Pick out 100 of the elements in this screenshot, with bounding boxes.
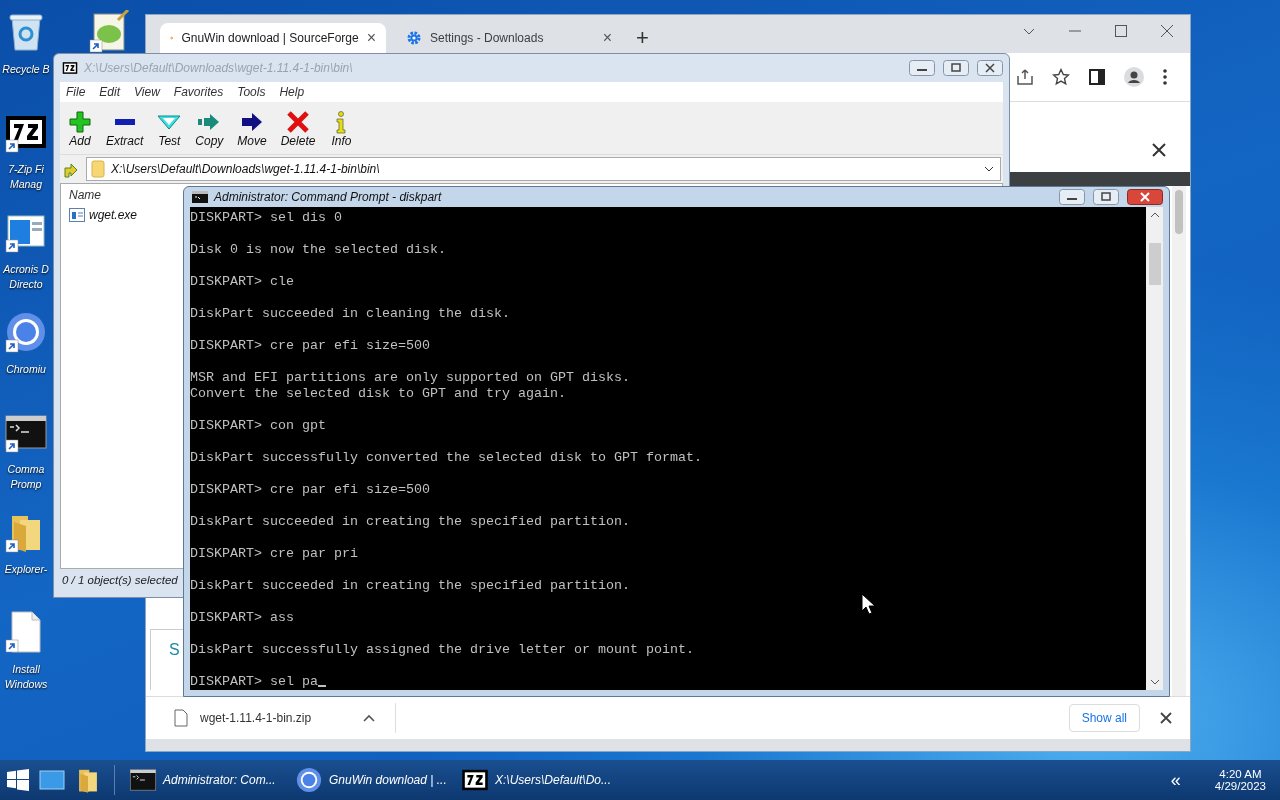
chromium-icon[interactable] [4,310,48,354]
menu-item[interactable]: Favorites [173,85,224,99]
icon-label: Explorer- [4,562,48,577]
menu-icon[interactable] [1162,68,1168,86]
menu-item[interactable]: Edit [99,85,121,99]
caret-icon[interactable] [363,714,376,722]
console-line: DISKPART> con gpt [190,418,327,434]
minus-icon [114,119,135,125]
toolbar-button[interactable]: Move [237,110,267,148]
icon-label: Install [12,662,40,677]
show-hidden-icons-button[interactable]: « [1170,769,1181,791]
menu-item[interactable]: View [134,85,160,99]
download-file-name[interactable]: wget-1.11.4-1-bin.zip [200,711,312,725]
icon-label: 7-Zip Fi [8,162,44,177]
restore-button[interactable] [943,60,969,76]
icon-label: Manag [9,177,43,192]
folder-icon [91,160,105,178]
minimize-button[interactable] [909,60,935,76]
console-line: DiskPart succeeded in cleaning the disk. [190,306,511,322]
console-line: DISKPART> cre par efi size=500 [190,482,431,498]
exe-file-icon [69,208,85,222]
command-prompt-icon [192,191,208,203]
menu-item[interactable]: Tools [237,85,266,99]
share-icon[interactable] [1016,68,1034,86]
scrollbar[interactable] [1146,207,1163,690]
window-title: Administrator: Command Prompt - diskpart [214,190,442,204]
close-tab-button[interactable]: × [602,29,612,47]
console-line: DISKPART> cle [190,274,295,290]
show-all-button[interactable]: Show all [1068,704,1140,732]
toolbar-button[interactable]: Delete [280,110,316,148]
seven-zip-icon[interactable] [62,60,78,76]
plus-icon [68,110,92,134]
close-icon[interactable] [1160,24,1174,38]
toolbar-button[interactable]: Test [157,110,182,148]
file-icon [174,709,188,727]
scroll-down-icon[interactable] [1149,678,1160,686]
command-prompt-icon [129,766,157,794]
browser-tab[interactable]: GnuWin download | SourceForge × [160,23,386,53]
clock[interactable]: 4:20 AM 4/29/2023 [1214,768,1280,792]
toolbar-button[interactable]: Copy [195,110,224,148]
console-line: DISKPART> cre par efi size=500 [190,338,431,354]
window-title: X:\Users\Default\Downloads\wget-1.11.4-1-bin\bin\ [84,61,353,75]
toolbar-button[interactable]: Info [329,110,354,148]
toolbar-button[interactable]: Extract [106,110,144,148]
icon-label: Chromiu [6,362,46,377]
console-line: MSR and EFI partitions are only supported on GPT disks. [190,370,631,386]
browser-tab[interactable]: Settings - Downloads × [396,23,622,53]
console-line: DiskPart succeeded in creating the specified partition. [190,578,631,594]
new-tab-button[interactable]: + [636,23,649,53]
start-icon[interactable] [6,768,30,792]
console-line: DiskPart successfully assigned the drive letter or mount point. [190,642,695,658]
icon-label: Acronis D [3,262,49,277]
page-text: S [169,641,180,659]
taskbar-button[interactable]: X:\Users\Default\Do... [459,762,617,798]
column-header[interactable]: Name [69,188,101,208]
side-panel-icon[interactable] [1088,68,1106,86]
scroll-thumb[interactable] [1175,190,1183,234]
tab-title: GnuWin download | SourceForge [181,31,359,45]
console-line: DiskPart succeeded in creating the specified partition. [190,514,631,530]
maximize-icon[interactable] [1114,24,1128,38]
icon-label: Comma [7,462,45,477]
caret-icon [984,166,994,172]
console-line: Disk 0 is now the selected disk. [190,242,447,258]
tab-title: Settings - Downloads [430,31,545,45]
menu-item[interactable]: File [66,85,86,99]
console-line: DISKPART> sel pa [190,674,1146,690]
close-tab-button[interactable]: × [366,29,376,47]
taskbar-button[interactable]: GnuWin download | ... [293,762,451,798]
gear-icon [406,30,422,46]
close-icon[interactable] [1152,142,1166,157]
minimize-button[interactable] [1059,189,1085,205]
icon-label: Promp [10,477,42,492]
menu-item[interactable]: Help [279,85,305,99]
icon-label: Directo [9,277,43,292]
console-line: DISKPART> cre par pri [190,546,359,562]
scroll-up-icon[interactable] [1149,211,1160,219]
notepad-icon[interactable] [88,10,132,54]
star-icon[interactable] [1052,68,1070,86]
close-button[interactable] [977,60,1003,76]
taskbar-button[interactable]: Administrator: Com... [127,762,285,798]
profile-icon[interactable] [1124,67,1144,87]
file-row[interactable]: wget.exe [69,208,138,222]
console-line: DISKPART> sel dis 0 [190,210,343,226]
path-field[interactable]: X:\Users\Default\Downloads\wget-1.11.4-1-bin\bin\ [86,157,1001,181]
close-icon[interactable] [1160,712,1172,724]
status-text: 0 / 1 object(s) selected [62,574,178,586]
scrollbar[interactable] [1172,186,1186,696]
window-icon[interactable] [38,768,66,792]
console-line: DiskPart successfully converted the selected disk to GPT format. [190,450,703,466]
restore-button[interactable] [1093,189,1119,205]
icon-label: Recycle B [2,62,50,77]
toolbar-button[interactable]: Add [68,110,92,148]
console-line: DISKPART> ass [190,610,295,626]
pointer-icon [861,593,875,615]
cross-icon [286,110,311,134]
chromium-icon [295,766,323,794]
scroll-thumb[interactable] [1148,243,1161,285]
icon-label: Windows [4,677,48,692]
console-line: Convert the selected disk to GPT and try again. [190,386,567,402]
close-button[interactable] [1127,189,1163,205]
